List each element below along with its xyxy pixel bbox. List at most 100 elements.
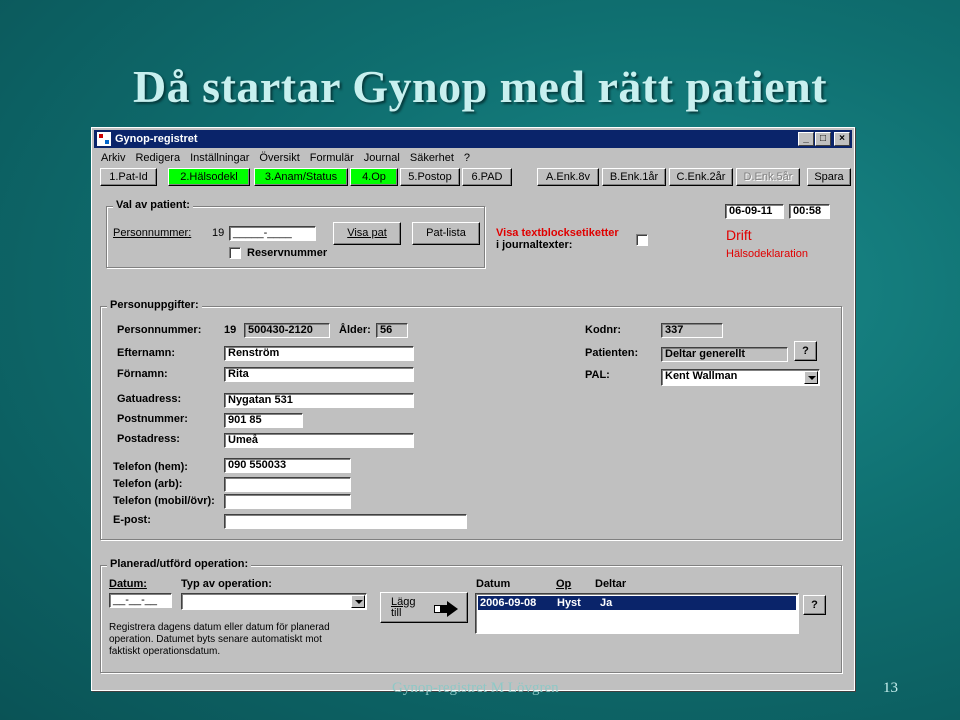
slide-page-number: 13 bbox=[883, 680, 898, 696]
reservnummer-checkbox[interactable] bbox=[229, 247, 241, 259]
minimize-button[interactable]: _ bbox=[798, 132, 814, 146]
row-op: Hyst bbox=[557, 597, 581, 609]
gatuadress-field[interactable]: Nygatan 531 bbox=[224, 393, 414, 408]
op-datum-input[interactable]: __-__-__ bbox=[109, 593, 172, 608]
efternamn-field[interactable]: Renström bbox=[224, 346, 414, 361]
time-display: 00:58 bbox=[789, 204, 830, 219]
efternamn-label: Efternamn: bbox=[117, 347, 176, 359]
save-button[interactable]: Spara bbox=[807, 168, 851, 186]
pal-value: Kent Wallman bbox=[665, 370, 738, 382]
pp-personnummer-label: Personnummer: bbox=[117, 324, 202, 336]
menu-installningar[interactable]: Inställningar bbox=[185, 150, 254, 168]
epost-field[interactable] bbox=[224, 514, 467, 529]
personnummer-input[interactable]: _____-____ bbox=[229, 226, 316, 241]
list-header-deltar: Deltar bbox=[595, 578, 627, 590]
tel-mobil-label: Telefon (mobil/övr): bbox=[113, 495, 215, 507]
op-typ-label: Typ av operation: bbox=[181, 578, 272, 590]
add-operation-button[interactable]: Lägg till bbox=[380, 592, 468, 623]
menu-arkiv[interactable]: Arkiv bbox=[96, 150, 130, 168]
pal-select[interactable]: Kent Wallman bbox=[661, 369, 820, 386]
reservnummer-label: Reservnummer bbox=[247, 247, 328, 259]
personal-info-group: Personuppgifter: Personnummer: 19 500430… bbox=[100, 299, 842, 540]
patienten-label: Patienten: bbox=[585, 347, 639, 359]
alder-field: 56 bbox=[376, 323, 408, 338]
patient-select-group: Val av patient: Personnummer: 19 _____-_… bbox=[106, 199, 485, 268]
epost-label: E-post: bbox=[113, 514, 151, 526]
alder-label: Ålder: bbox=[339, 324, 371, 336]
tab-enk-2ar[interactable]: C.Enk.2år bbox=[669, 168, 733, 186]
menu-help[interactable]: ? bbox=[459, 150, 475, 168]
tab-enk-8v[interactable]: A.Enk.8v bbox=[537, 168, 599, 186]
visa-textblock-label-2: i journaltexter: bbox=[496, 239, 573, 251]
kodnr-label: Kodnr: bbox=[585, 324, 622, 336]
slide-title: Då startar Gynop med rätt patient bbox=[132, 61, 828, 112]
tab-enk-1ar[interactable]: B.Enk.1år bbox=[602, 168, 666, 186]
chevron-down-icon[interactable] bbox=[804, 371, 818, 384]
tel-arb-label: Telefon (arb): bbox=[113, 478, 183, 490]
menu-formular[interactable]: Formulär bbox=[305, 150, 359, 168]
window-title: Gynop-registret bbox=[115, 133, 198, 145]
personnummer-label: Personnummer: bbox=[113, 227, 192, 239]
op-typ-select[interactable] bbox=[181, 593, 367, 610]
tab-postop[interactable]: 5.Postop bbox=[400, 168, 460, 186]
tab-halsodekl[interactable]: 2.Hälsodekl bbox=[168, 168, 250, 186]
operation-help-button[interactable]: ? bbox=[803, 595, 826, 615]
pal-label: PAL: bbox=[585, 369, 610, 381]
century-label: 19 bbox=[212, 227, 225, 239]
row-datum: 2006-09-08 bbox=[480, 597, 537, 609]
tel-mobil-field[interactable] bbox=[224, 494, 351, 509]
menu-journal[interactable]: Journal bbox=[359, 150, 405, 168]
date-display: 06-09-11 bbox=[725, 204, 784, 219]
postadress-field[interactable]: Umeå bbox=[224, 433, 414, 448]
op-help-text-3: faktiskt operationsdatum. bbox=[109, 646, 221, 657]
close-button[interactable]: × bbox=[834, 132, 850, 146]
tel-hem-field[interactable]: 090 550033 bbox=[224, 458, 351, 473]
postnummer-label: Postnummer: bbox=[117, 413, 188, 425]
op-datum-label: Datum: bbox=[109, 578, 147, 590]
menu-sakerhet[interactable]: Säkerhet bbox=[405, 150, 459, 168]
menu-oversikt[interactable]: Översikt bbox=[254, 150, 304, 168]
list-header-datum: Datum bbox=[476, 578, 511, 590]
tab-pad[interactable]: 6.PAD bbox=[462, 168, 512, 186]
patient-select-title: Val av patient: bbox=[113, 199, 193, 211]
menu-redigera[interactable]: Redigera bbox=[130, 150, 185, 168]
gynop-window: Gynop-registret _ □ × Arkiv Redigera Ins… bbox=[91, 127, 855, 691]
operation-list[interactable]: 2006-09-08 Hyst Ja bbox=[475, 593, 799, 634]
pat-lista-button[interactable]: Pat-lista bbox=[412, 222, 480, 245]
list-header-op: Op bbox=[556, 578, 572, 590]
arrow-right-icon bbox=[434, 601, 458, 617]
menubar: Arkiv Redigera Inställningar Översikt Fo… bbox=[96, 150, 475, 168]
row-deltar: Ja bbox=[600, 597, 613, 609]
patienten-help-button[interactable]: ? bbox=[794, 341, 817, 361]
postnummer-field[interactable]: 901 85 bbox=[224, 413, 303, 428]
postadress-label: Postadress: bbox=[117, 433, 180, 445]
op-help-text-1: Registrera dagens datum eller datum för … bbox=[109, 622, 330, 633]
tel-hem-label: Telefon (hem): bbox=[113, 461, 188, 473]
add-button-label-2: till bbox=[391, 607, 402, 619]
kodnr-field: 337 bbox=[661, 323, 723, 338]
fornamn-label: Förnamn: bbox=[117, 368, 168, 380]
operation-group: Planerad/utförd operation: Datum: Typ av… bbox=[100, 558, 842, 673]
visa-textblock-checkbox[interactable] bbox=[636, 234, 648, 246]
window-titlebar[interactable]: Gynop-registret _ □ × bbox=[94, 130, 852, 148]
op-help-text-2: operation. Datumet byts senare automatis… bbox=[109, 634, 322, 645]
visa-pat-button[interactable]: Visa pat bbox=[333, 222, 401, 245]
operation-title: Planerad/utförd operation: bbox=[107, 558, 252, 570]
tab-enk-5ar: D.Enk.5år bbox=[736, 168, 800, 186]
pp-century: 19 bbox=[224, 324, 237, 336]
maximize-button[interactable]: □ bbox=[815, 132, 831, 146]
pp-personnummer-field: 500430-2120 bbox=[244, 323, 330, 338]
chevron-down-icon[interactable] bbox=[351, 595, 365, 608]
app-icon bbox=[97, 132, 111, 146]
halsodeklaration-label: Hälsodeklaration bbox=[726, 248, 808, 260]
patienten-field: Deltar generellt bbox=[661, 347, 788, 362]
toolbar: 1.Pat-Id 2.Hälsodekl 3.Anam/Status 4.Op … bbox=[100, 168, 851, 186]
tab-pat-id[interactable]: 1.Pat-Id bbox=[100, 168, 157, 186]
list-item[interactable]: 2006-09-08 Hyst Ja bbox=[478, 596, 796, 610]
tab-op[interactable]: 4.Op bbox=[350, 168, 398, 186]
tab-anam-status[interactable]: 3.Anam/Status bbox=[254, 168, 348, 186]
drift-label: Drift bbox=[726, 227, 752, 243]
fornamn-field[interactable]: Rita bbox=[224, 367, 414, 382]
personal-info-title: Personuppgifter: bbox=[107, 299, 202, 311]
tel-arb-field[interactable] bbox=[224, 477, 351, 492]
